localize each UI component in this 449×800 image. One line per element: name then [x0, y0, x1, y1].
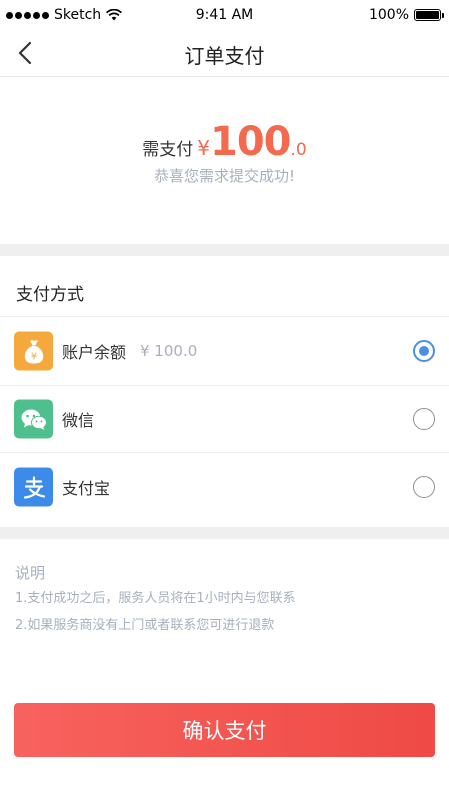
battery-icon — [414, 9, 444, 21]
payment-option-label: 微信 — [62, 411, 95, 430]
payment-option-wechat[interactable]: 微信 — [0, 386, 449, 453]
svg-text:¥: ¥ — [30, 351, 36, 362]
payment-option-label: 账户余额 — [62, 343, 127, 362]
page-title: 订单支付 — [184, 44, 265, 68]
wechat-icon — [14, 399, 53, 439]
section-divider — [0, 527, 449, 539]
amount-label: 需支付 — [142, 140, 194, 160]
money-bag-icon: ¥ — [14, 331, 53, 371]
amount-summary: 需支付 ¥100.0 恭喜您需求提交成功! — [0, 77, 449, 244]
radio-unselected[interactable] — [413, 476, 435, 498]
payment-option-balance[interactable]: ¥ 账户余额 ¥ 100.0 — [0, 317, 449, 386]
amount-integer: 100 — [210, 119, 291, 165]
confirm-payment-button[interactable]: 确认支付 — [14, 703, 435, 757]
radio-unselected[interactable] — [413, 408, 435, 430]
status-bar: Sketch 9:41 AM 100% — [0, 0, 449, 30]
payment-option-alipay[interactable]: 支付宝 — [0, 453, 449, 521]
note-item: 2.如果服务商没有上门或者联系您可进行退款 — [15, 618, 275, 633]
account-balance: ¥ 100.0 — [140, 342, 198, 360]
nav-bar: 订单支付 — [0, 30, 449, 77]
battery-area: 100% — [368, 7, 444, 23]
success-message: 恭喜您需求提交成功! — [153, 167, 295, 185]
notes-title: 说明 — [15, 564, 46, 582]
note-item: 1.支付成功之后，服务人员将在1小时内与您联系 — [15, 591, 296, 606]
payment-section-title: 支付方式 — [16, 285, 84, 305]
currency-symbol: ¥ — [197, 136, 210, 160]
payment-option-label: 支付宝 — [62, 479, 111, 498]
payment-method-list: ¥ 账户余额 ¥ 100.0 微信 支付宝 — [0, 316, 449, 521]
alipay-icon — [14, 467, 53, 507]
radio-selected[interactable] — [413, 340, 435, 362]
section-divider — [0, 244, 449, 256]
amount-line: 需支付 ¥100.0 — [0, 119, 449, 165]
battery-percent: 100% — [368, 7, 409, 23]
amount-decimal: .0 — [290, 140, 307, 160]
